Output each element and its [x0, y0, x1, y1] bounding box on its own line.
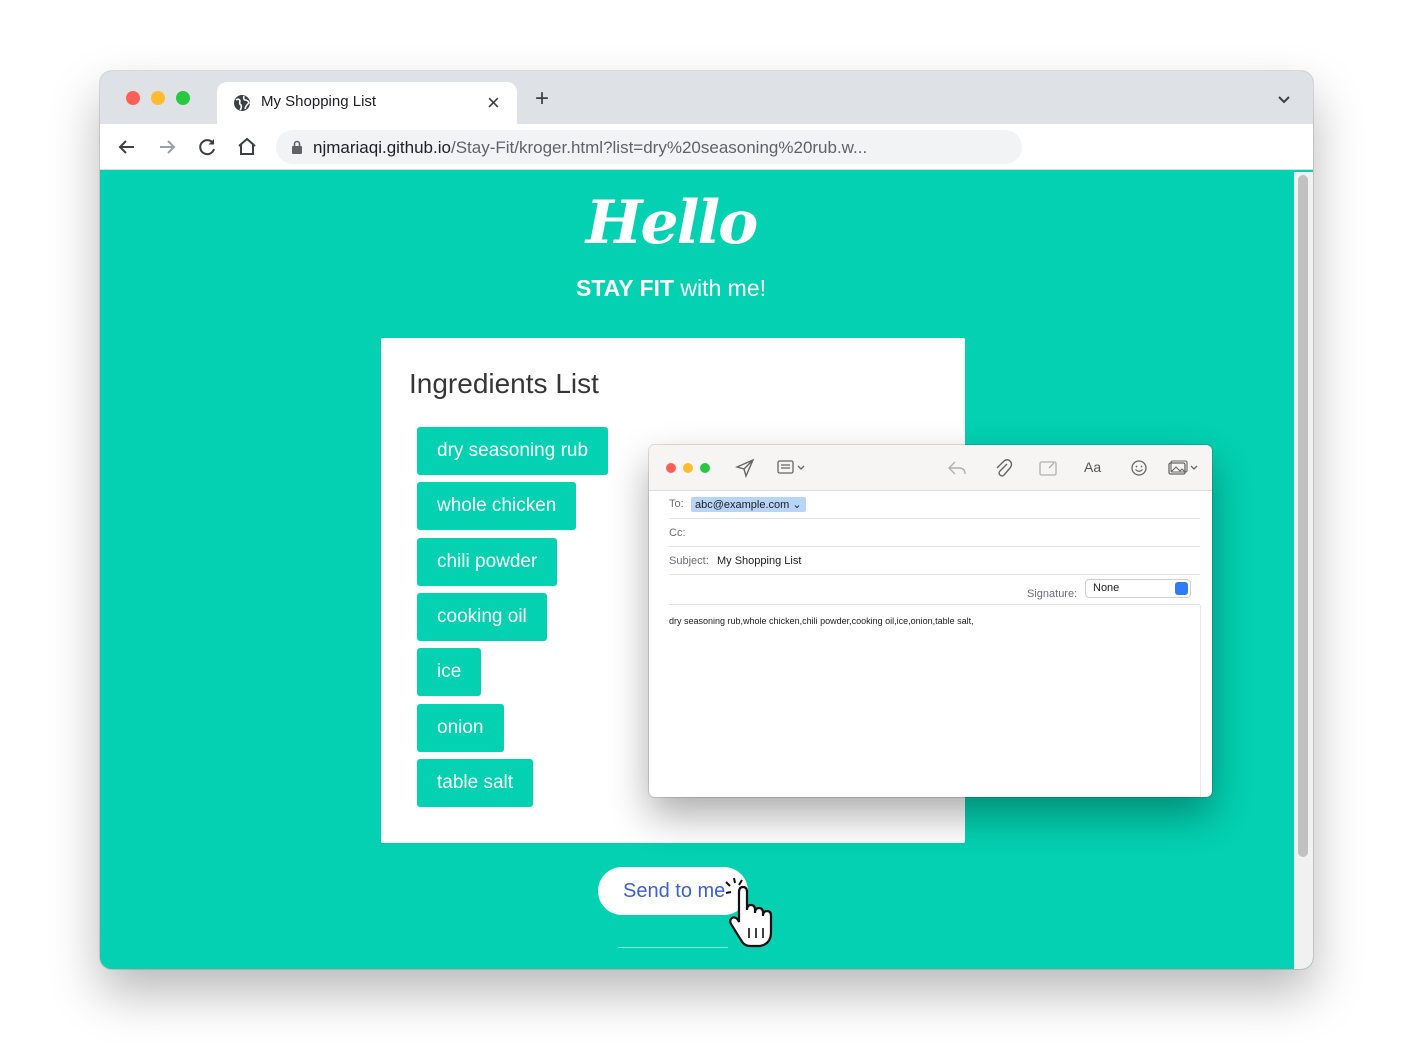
ingredient-chip[interactable]: ice: [417, 648, 482, 696]
reload-icon[interactable]: [195, 135, 219, 159]
send-icon[interactable]: [735, 458, 755, 478]
address-bar[interactable]: njmariaqi.github.io/Stay-Fit/kroger.html…: [276, 130, 1022, 164]
hand-pointer-icon: [725, 877, 773, 948]
ingredient-chip[interactable]: table salt: [417, 759, 534, 807]
forward-arrow-icon[interactable]: [155, 135, 179, 159]
ingredient-chip[interactable]: whole chicken: [417, 482, 577, 530]
back-arrow-icon[interactable]: [115, 135, 139, 159]
header-fields-icon[interactable]: [777, 458, 807, 478]
new-tab-icon[interactable]: +: [535, 87, 549, 111]
subject-row[interactable]: Subject: My Shopping List: [669, 547, 1200, 575]
ingredient-chip[interactable]: onion: [417, 704, 504, 752]
tab-bar: My Shopping List × +: [100, 71, 1313, 124]
url-path: /Stay-Fit/kroger.html?list=dry%20seasoni…: [450, 138, 868, 157]
url-text: njmariaqi.github.io/Stay-Fit/kroger.html…: [313, 138, 867, 158]
tab-title: My Shopping List: [261, 93, 377, 110]
format-icon[interactable]: Aa: [1084, 459, 1101, 475]
zoom-window-button[interactable]: [176, 91, 190, 105]
tagline-bold: STAY FIT: [575, 275, 674, 301]
tagline-rest: with me!: [673, 275, 767, 301]
scrollbar-thumb[interactable]: [1298, 175, 1308, 857]
minimize-window-button[interactable]: [151, 91, 165, 105]
url-host: njmariaqi.github.io: [313, 138, 451, 157]
signature-value: None: [1093, 582, 1120, 594]
to-recipient-token[interactable]: abc@example.com ⌄: [691, 497, 806, 512]
mail-close-button[interactable]: [666, 463, 676, 473]
signature-label: Signature:: [1027, 588, 1078, 600]
body-divider: [1200, 605, 1201, 797]
to-row: To: abc@example.com ⌄: [669, 491, 1200, 519]
select-stepper-icon: [1175, 582, 1188, 595]
card-title: Ingredients List: [409, 368, 599, 399]
cc-row[interactable]: Cc:: [669, 519, 1200, 547]
mail-zoom-button[interactable]: [700, 463, 710, 473]
chevron-down-icon[interactable]: [1277, 92, 1291, 106]
tagline: STAY FIT with me!: [471, 275, 871, 302]
tab-my-shopping-list[interactable]: My Shopping List ×: [217, 82, 517, 124]
tab-close-icon[interactable]: ×: [487, 90, 500, 116]
globe-icon: [234, 95, 250, 111]
ingredient-chip[interactable]: dry seasoning rub: [417, 427, 609, 475]
scrollbar[interactable]: [1294, 172, 1313, 969]
divider: [618, 947, 728, 948]
ingredient-chip[interactable]: cooking oil: [417, 593, 547, 641]
lock-icon: [292, 140, 302, 154]
subject-label: Subject:: [669, 555, 709, 567]
mail-toolbar: Aa: [649, 445, 1212, 491]
signature-select[interactable]: None: [1085, 579, 1191, 598]
hello-logo: Hello: [585, 188, 758, 258]
reply-icon[interactable]: [947, 458, 967, 478]
to-label: To:: [669, 498, 684, 510]
photo-browser-icon[interactable]: [1168, 458, 1200, 478]
close-window-button[interactable]: [126, 91, 140, 105]
emoji-icon[interactable]: [1129, 458, 1149, 478]
cc-label: Cc:: [669, 527, 686, 539]
browser-toolbar: njmariaqi.github.io/Stay-Fit/kroger.html…: [100, 124, 1313, 170]
home-icon[interactable]: [235, 135, 259, 159]
attachment-icon[interactable]: [993, 458, 1013, 478]
ingredient-chip[interactable]: chili powder: [417, 538, 558, 586]
mail-compose-window: Aa To: abc@example.com ⌄ Cc: Subject: My…: [649, 445, 1212, 797]
to-recipient: abc@example.com: [695, 499, 790, 511]
mail-body[interactable]: dry seasoning rub,whole chicken,chili po…: [669, 616, 974, 626]
mail-minimize-button[interactable]: [683, 463, 693, 473]
markup-icon[interactable]: [1038, 458, 1058, 478]
subject-field: My Shopping List: [717, 555, 802, 567]
